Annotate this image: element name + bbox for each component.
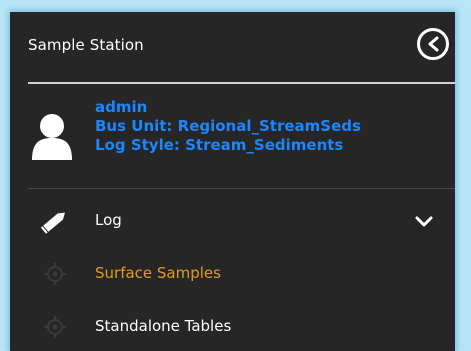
menu-item-surface-samples[interactable]: Surface Samples [10, 250, 455, 298]
menu-item-log[interactable]: Log [10, 197, 455, 245]
log-style: Log Style: Stream_Sediments [95, 136, 344, 154]
back-button[interactable] [417, 28, 449, 60]
sample-station-panel: Sample Station admin Bus Unit: Regional_… [10, 12, 455, 351]
crosshair-icon [44, 316, 66, 338]
panel-header: Sample Station [10, 12, 455, 82]
chevron-left-icon [428, 36, 439, 52]
user-divider [28, 188, 455, 189]
username: admin [95, 98, 148, 116]
pencil-icon [40, 212, 65, 234]
menu-item-standalone-tables[interactable]: Standalone Tables [10, 303, 455, 351]
menu-item-label: Standalone Tables [95, 317, 232, 335]
menu-item-label: Log [95, 211, 122, 229]
crosshair-icon [44, 263, 66, 285]
user-avatar-icon [32, 114, 72, 160]
panel-title: Sample Station [28, 36, 144, 54]
menu-item-label: Surface Samples [95, 264, 221, 282]
chevron-down-icon[interactable] [415, 216, 433, 228]
user-details: admin Bus Unit: Regional_StreamSeds Log … [95, 98, 361, 155]
user-info-section: admin Bus Unit: Regional_StreamSeds Log … [10, 84, 455, 189]
bus-unit: Bus Unit: Regional_StreamSeds [95, 117, 361, 135]
